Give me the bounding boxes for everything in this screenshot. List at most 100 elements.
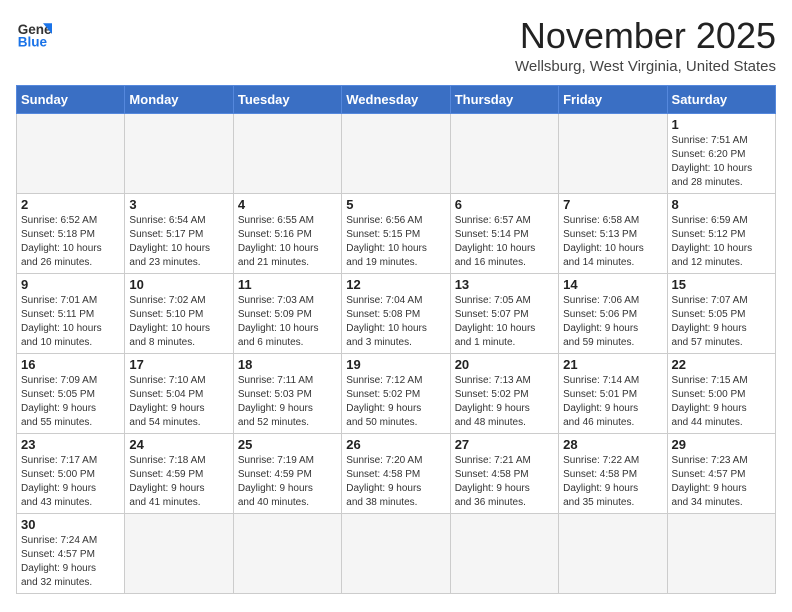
day-info: Sunrise: 7:10 AM Sunset: 5:04 PM Dayligh…	[129, 374, 228, 430]
calendar-cell: 24 Sunrise: 7:18 AM Sunset: 4:59 PM Dayli…	[125, 433, 233, 513]
day-info: Sunrise: 7:04 AM Sunset: 5:08 PM Dayligh…	[346, 294, 445, 350]
day-number: 28	[563, 437, 662, 452]
calendar-cell	[342, 113, 450, 193]
day-info: Sunrise: 7:11 AM Sunset: 5:03 PM Dayligh…	[238, 374, 337, 430]
day-number: 27	[455, 437, 554, 452]
day-info: Sunrise: 7:14 AM Sunset: 5:01 PM Dayligh…	[563, 374, 662, 430]
day-number: 7	[563, 197, 662, 212]
day-number: 22	[672, 357, 771, 372]
logo-icon: General Blue	[16, 16, 52, 52]
day-info: Sunrise: 7:20 AM Sunset: 4:58 PM Dayligh…	[346, 454, 445, 510]
day-info: Sunrise: 7:21 AM Sunset: 4:58 PM Dayligh…	[455, 454, 554, 510]
calendar-cell: 16Sunrise: 7:09 AM Sunset: 5:05 PM Dayli…	[17, 353, 125, 433]
calendar-title: November 2025	[515, 16, 776, 56]
day-info: Sunrise: 7:22 AM Sunset: 4:58 PM Dayligh…	[563, 454, 662, 510]
calendar-cell: 26 Sunrise: 7:20 AM Sunset: 4:58 PM Dayli…	[342, 433, 450, 513]
day-number: 26	[346, 437, 445, 452]
day-number: 5	[346, 197, 445, 212]
calendar-table: SundayMondayTuesdayWednesdayThursdayFrid…	[16, 85, 776, 594]
day-info: Sunrise: 7:06 AM Sunset: 5:06 PM Dayligh…	[563, 294, 662, 350]
day-number: 13	[455, 277, 554, 292]
day-number: 11	[238, 277, 337, 292]
day-info: Sunrise: 7:01 AM Sunset: 5:11 PM Dayligh…	[21, 294, 120, 350]
weekday-thursday: Thursday	[450, 85, 558, 113]
calendar-cell: 22 Sunrise: 7:15 AM Sunset: 5:00 PM Dayli…	[667, 353, 775, 433]
day-number: 18	[238, 357, 337, 372]
calendar-cell: 3Sunrise: 6:54 AM Sunset: 5:17 PM Daylig…	[125, 193, 233, 273]
title-area: November 2025 Wellsburg, West Virginia, …	[515, 16, 776, 75]
calendar-cell: 13 Sunrise: 7:05 AM Sunset: 5:07 PM Dayli…	[450, 273, 558, 353]
day-info: Sunrise: 6:54 AM Sunset: 5:17 PM Dayligh…	[129, 214, 228, 270]
day-info: Sunrise: 7:15 AM Sunset: 5:00 PM Dayligh…	[672, 374, 771, 430]
calendar-week-3: 16Sunrise: 7:09 AM Sunset: 5:05 PM Dayli…	[17, 353, 776, 433]
day-number: 17	[129, 357, 228, 372]
calendar-cell	[450, 113, 558, 193]
day-info: Sunrise: 7:18 AM Sunset: 4:59 PM Dayligh…	[129, 454, 228, 510]
day-number: 14	[563, 277, 662, 292]
day-number: 2	[21, 197, 120, 212]
calendar-cell: 19 Sunrise: 7:12 AM Sunset: 5:02 PM Dayli…	[342, 353, 450, 433]
day-number: 6	[455, 197, 554, 212]
calendar-cell: 2 Sunrise: 6:52 AM Sunset: 5:18 PM Daylig…	[17, 193, 125, 273]
day-info: Sunrise: 7:24 AM Sunset: 4:57 PM Dayligh…	[21, 534, 120, 590]
day-info: Sunrise: 6:52 AM Sunset: 5:18 PM Dayligh…	[21, 214, 120, 270]
calendar-cell: 5Sunrise: 6:56 AM Sunset: 5:15 PM Daylig…	[342, 193, 450, 273]
calendar-cell	[559, 113, 667, 193]
calendar-subtitle: Wellsburg, West Virginia, United States	[515, 58, 776, 75]
day-info: Sunrise: 7:07 AM Sunset: 5:05 PM Dayligh…	[672, 294, 771, 350]
day-number: 19	[346, 357, 445, 372]
calendar-cell	[450, 513, 558, 593]
calendar-cell: 18 Sunrise: 7:11 AM Sunset: 5:03 PM Dayli…	[233, 353, 341, 433]
day-number: 12	[346, 277, 445, 292]
calendar-cell: 15 Sunrise: 7:07 AM Sunset: 5:05 PM Dayli…	[667, 273, 775, 353]
calendar-cell: 25Sunrise: 7:19 AM Sunset: 4:59 PM Dayli…	[233, 433, 341, 513]
day-number: 15	[672, 277, 771, 292]
calendar-cell: 4Sunrise: 6:55 AM Sunset: 5:16 PM Daylig…	[233, 193, 341, 273]
day-info: Sunrise: 7:17 AM Sunset: 5:00 PM Dayligh…	[21, 454, 120, 510]
day-info: Sunrise: 7:05 AM Sunset: 5:07 PM Dayligh…	[455, 294, 554, 350]
day-number: 21	[563, 357, 662, 372]
calendar-cell: 10Sunrise: 7:02 AM Sunset: 5:10 PM Dayli…	[125, 273, 233, 353]
calendar-cell: 14 Sunrise: 7:06 AM Sunset: 5:06 PM Dayli…	[559, 273, 667, 353]
day-info: Sunrise: 7:51 AM Sunset: 6:20 PM Dayligh…	[672, 134, 771, 190]
calendar-cell: 30 Sunrise: 7:24 AM Sunset: 4:57 PM Dayli…	[17, 513, 125, 593]
calendar-cell	[125, 513, 233, 593]
day-info: Sunrise: 7:13 AM Sunset: 5:02 PM Dayligh…	[455, 374, 554, 430]
day-info: Sunrise: 6:57 AM Sunset: 5:14 PM Dayligh…	[455, 214, 554, 270]
calendar-cell	[233, 513, 341, 593]
weekday-wednesday: Wednesday	[342, 85, 450, 113]
day-number: 30	[21, 517, 120, 532]
calendar-cell: 9 Sunrise: 7:01 AM Sunset: 5:11 PM Daylig…	[17, 273, 125, 353]
calendar-cell	[559, 513, 667, 593]
calendar-cell: 7Sunrise: 6:58 AM Sunset: 5:13 PM Daylig…	[559, 193, 667, 273]
page-header: General Blue November 2025 Wellsburg, We…	[16, 16, 776, 75]
weekday-saturday: Saturday	[667, 85, 775, 113]
day-info: Sunrise: 7:12 AM Sunset: 5:02 PM Dayligh…	[346, 374, 445, 430]
weekday-monday: Monday	[125, 85, 233, 113]
calendar-cell: 6 Sunrise: 6:57 AM Sunset: 5:14 PM Daylig…	[450, 193, 558, 273]
day-info: Sunrise: 7:03 AM Sunset: 5:09 PM Dayligh…	[238, 294, 337, 350]
calendar-cell: 1 Sunrise: 7:51 AM Sunset: 6:20 PM Daylig…	[667, 113, 775, 193]
calendar-cell	[233, 113, 341, 193]
calendar-cell	[342, 513, 450, 593]
calendar-cell: 23 Sunrise: 7:17 AM Sunset: 5:00 PM Dayli…	[17, 433, 125, 513]
day-number: 25	[238, 437, 337, 452]
day-number: 29	[672, 437, 771, 452]
calendar-cell: 8Sunrise: 6:59 AM Sunset: 5:12 PM Daylig…	[667, 193, 775, 273]
calendar-cell: 27 Sunrise: 7:21 AM Sunset: 4:58 PM Dayli…	[450, 433, 558, 513]
day-number: 16	[21, 357, 120, 372]
calendar-cell	[667, 513, 775, 593]
day-number: 4	[238, 197, 337, 212]
svg-text:Blue: Blue	[18, 35, 48, 50]
calendar-week-1: 2 Sunrise: 6:52 AM Sunset: 5:18 PM Daylig…	[17, 193, 776, 273]
day-number: 23	[21, 437, 120, 452]
day-number: 9	[21, 277, 120, 292]
day-number: 10	[129, 277, 228, 292]
calendar-week-0: 1 Sunrise: 7:51 AM Sunset: 6:20 PM Daylig…	[17, 113, 776, 193]
calendar-week-2: 9 Sunrise: 7:01 AM Sunset: 5:11 PM Daylig…	[17, 273, 776, 353]
day-info: Sunrise: 7:23 AM Sunset: 4:57 PM Dayligh…	[672, 454, 771, 510]
calendar-cell: 12 Sunrise: 7:04 AM Sunset: 5:08 PM Dayli…	[342, 273, 450, 353]
day-number: 1	[672, 117, 771, 132]
day-number: 20	[455, 357, 554, 372]
day-number: 24	[129, 437, 228, 452]
